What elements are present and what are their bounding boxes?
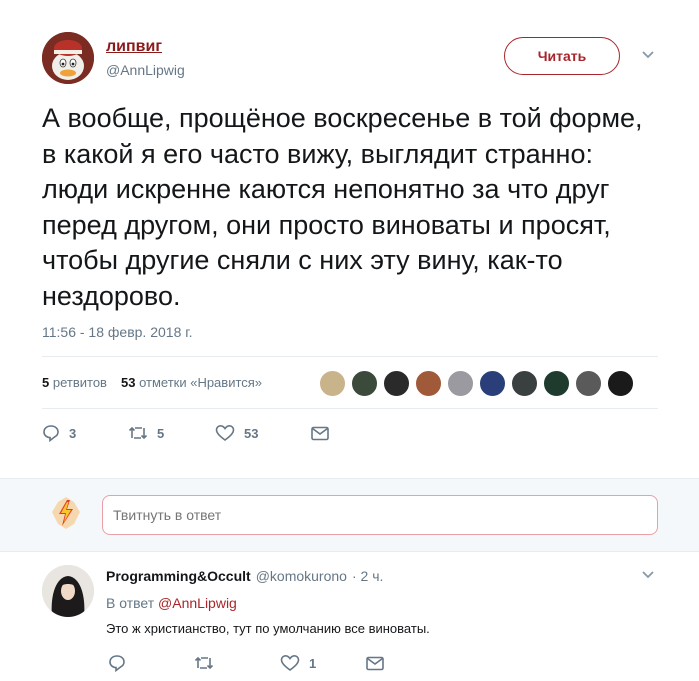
likes-count: 53: [120, 375, 136, 390]
in-reply-handle-link[interactable]: @AnnLipwig: [158, 595, 237, 611]
author-avatar[interactable]: [42, 32, 94, 84]
message-action[interactable]: [366, 656, 384, 671]
reply-action[interactable]: 3: [42, 424, 128, 442]
heart-icon: [215, 424, 235, 442]
in-reply-prefix: В ответ: [106, 595, 155, 611]
reply-count: 3: [69, 425, 77, 441]
message-action[interactable]: [311, 426, 329, 441]
follow-button[interactable]: Читать: [504, 37, 620, 75]
chevron-down-icon[interactable]: [641, 50, 655, 60]
reply-author-handle[interactable]: @komokurono: [256, 568, 347, 584]
retweets-label: ретвитов: [52, 375, 107, 390]
retweets-stat[interactable]: 5 ретвитов: [42, 375, 107, 390]
reply-author-avatar[interactable]: [42, 565, 94, 617]
divider: [42, 356, 658, 357]
envelope-icon: [366, 656, 384, 670]
reply-input[interactable]: [102, 495, 658, 535]
like-action[interactable]: 1: [280, 654, 366, 672]
retweets-count: 5: [42, 375, 50, 390]
heart-icon: [280, 654, 300, 672]
liker-avatar[interactable]: [351, 370, 378, 397]
chevron-down-icon[interactable]: [641, 570, 655, 580]
reply-tweet: Programming&Occult @komokurono · 2 ч. В …: [0, 553, 699, 681]
retweet-count: 5: [157, 425, 165, 441]
tweet-actions: 3 5 53: [42, 424, 329, 442]
likers-avatars: [319, 370, 639, 397]
user-logo-icon[interactable]: [50, 496, 82, 530]
author-handle[interactable]: @AnnLipwig: [106, 62, 185, 78]
liker-avatar[interactable]: [479, 370, 506, 397]
main-tweet: липвиг @AnnLipwig Читать А вообще, прощё…: [0, 0, 699, 478]
tweet-text: А вообще, прощёное воскресенье в той фор…: [42, 103, 643, 311]
like-count: 53: [244, 425, 259, 441]
liker-avatar[interactable]: [543, 370, 570, 397]
reply-icon: [109, 655, 125, 672]
liker-avatar[interactable]: [319, 370, 346, 397]
retweet-icon: [194, 656, 214, 670]
reply-author-name[interactable]: Programming&Occult: [106, 568, 251, 584]
retweet-action[interactable]: [194, 655, 280, 671]
liker-avatar[interactable]: [607, 370, 634, 397]
tweet-timestamp[interactable]: 11:56 - 18 февр. 2018 г.: [42, 324, 193, 340]
divider: [42, 408, 658, 409]
liker-avatar[interactable]: [383, 370, 410, 397]
envelope-icon: [311, 426, 329, 440]
like-action[interactable]: 53: [215, 424, 311, 442]
tweet-stats: 5 ретвитов 53 отметки «Нравится»: [42, 375, 262, 390]
like-count: 1: [309, 655, 317, 671]
liker-avatar[interactable]: [447, 370, 474, 397]
reply-action[interactable]: [108, 654, 194, 672]
reply-tweet-actions: 1: [108, 654, 384, 672]
in-reply-to: В ответ @AnnLipwig: [106, 595, 237, 611]
reply-icon: [43, 425, 59, 442]
likes-label: отметки «Нравится»: [139, 375, 263, 390]
reply-text: Это ж христианство, тут по умолчанию все…: [106, 621, 430, 636]
retweet-icon: [128, 426, 148, 440]
liker-avatar[interactable]: [575, 370, 602, 397]
reply-time[interactable]: · 2 ч.: [352, 568, 383, 584]
reply-composer: [0, 478, 699, 552]
retweet-action[interactable]: 5: [128, 425, 215, 441]
liker-avatar[interactable]: [511, 370, 538, 397]
likes-stat[interactable]: 53 отметки «Нравится»: [121, 375, 262, 390]
liker-avatar[interactable]: [415, 370, 442, 397]
author-name[interactable]: липвиг: [106, 38, 162, 56]
reply-header: Programming&Occult @komokurono · 2 ч.: [106, 568, 383, 584]
